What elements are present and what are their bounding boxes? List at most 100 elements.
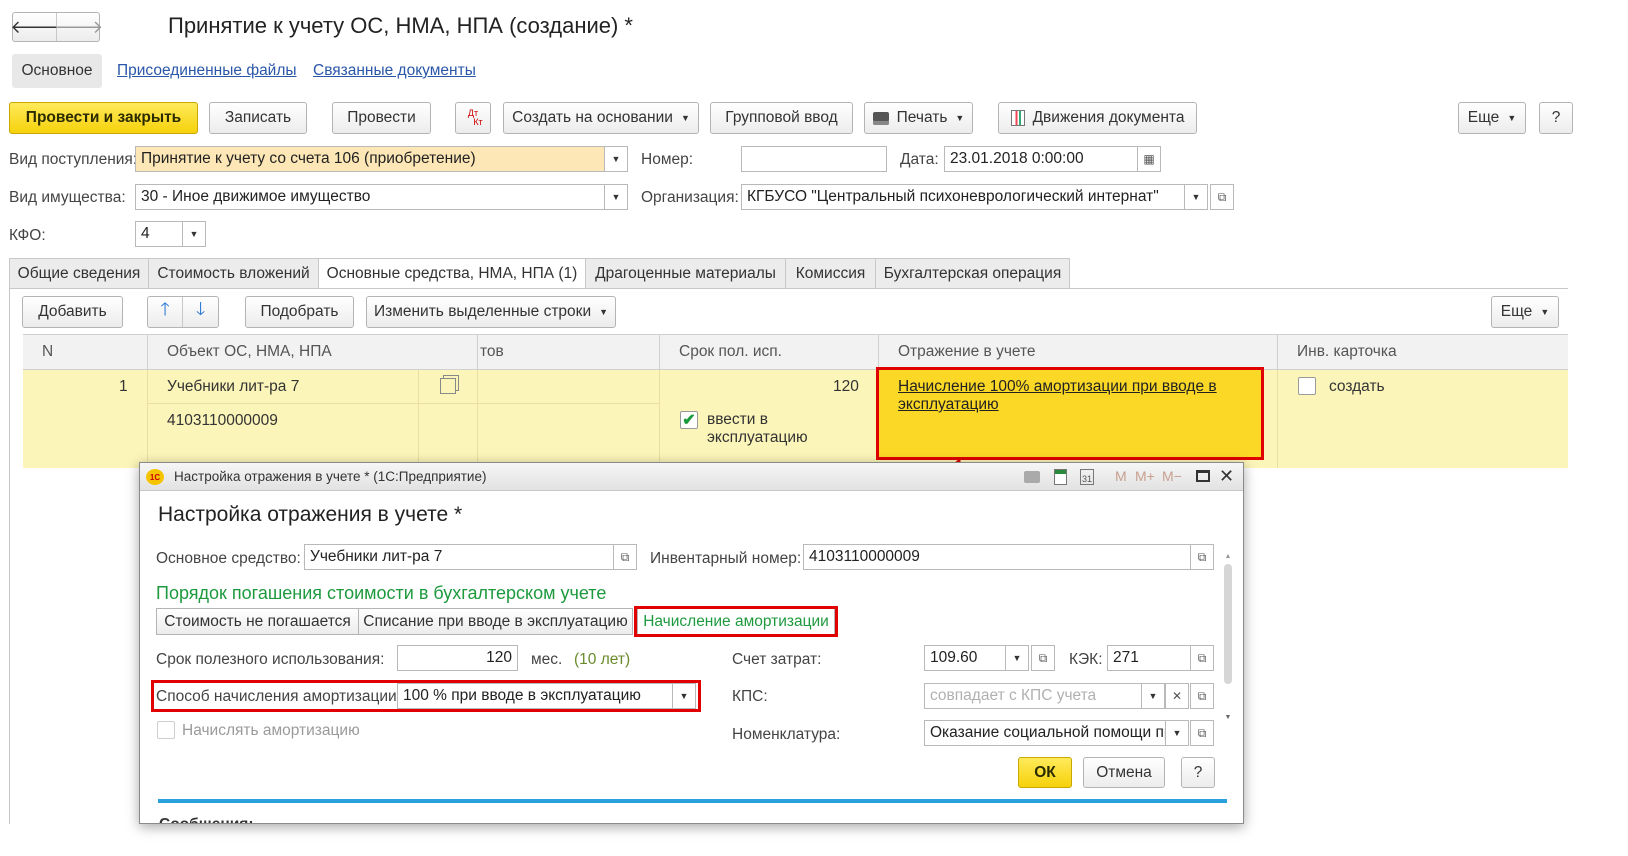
ok-button[interactable]: ОК [1018, 757, 1072, 788]
dtkt-button[interactable]: Дт Кт [455, 102, 491, 134]
cancel-button[interactable]: Отмена [1083, 757, 1165, 788]
cost-account-field[interactable]: 109.60 [924, 645, 1006, 671]
date-field[interactable]: 23.01.2018 0:00:00 [944, 146, 1138, 172]
more-button[interactable]: Еще ▼ [1458, 102, 1526, 134]
memory-minus-icon[interactable]: M− [1162, 468, 1182, 484]
memory-plus-icon[interactable]: M+ [1135, 468, 1155, 484]
col-card[interactable]: Инв. карточка [1297, 334, 1397, 370]
method-dropdown[interactable]: ▼ [672, 683, 696, 709]
pick-button[interactable]: Подобрать [245, 296, 354, 328]
change-rows-button[interactable]: Изменить выделенные строки ▼ [366, 296, 616, 328]
section-related-docs[interactable]: Связанные документы [313, 62, 476, 80]
post-button[interactable]: Провести [332, 102, 431, 134]
dialog-help-button[interactable]: ? [1181, 757, 1215, 788]
print-label: Печать [896, 109, 948, 126]
back-icon[interactable]: 🡐 [10, 13, 59, 41]
tab-general[interactable]: Общие сведения [9, 258, 149, 289]
row-term[interactable]: 120 [833, 378, 859, 396]
mode-write-off[interactable]: Списание при вводе в эксплуатацию [358, 608, 633, 635]
nomenclature-field[interactable]: Оказание социальной помощи пр [924, 720, 1166, 746]
post-and-close-button[interactable]: Провести и закрыть [9, 102, 198, 134]
organization-dropdown[interactable]: ▼ [1184, 184, 1208, 210]
clear-icon[interactable]: ✕ [1165, 683, 1189, 709]
help-button[interactable]: ? [1539, 102, 1573, 134]
kfo-field[interactable]: 4 [135, 221, 183, 247]
forward-icon[interactable]: 🡒 [55, 13, 103, 41]
organization-field[interactable]: КГБУСО "Центральный психоневрологический… [741, 184, 1185, 210]
col-n[interactable]: N [42, 334, 53, 370]
asset-field[interactable]: Учебники лит-ра 7 [304, 544, 614, 570]
scroll-down-icon[interactable]: ▼ [1224, 714, 1232, 721]
create-based-on-label: Создать на основании [512, 109, 673, 126]
col-object[interactable]: Объект ОС, НМА, НПА [167, 334, 332, 370]
memory-icon[interactable]: M [1115, 468, 1127, 484]
open-icon[interactable]: ⧉ [1190, 720, 1214, 746]
calendar-icon[interactable]: 31 [1080, 469, 1094, 485]
maximize-icon[interactable] [1196, 470, 1210, 482]
open-icon[interactable]: ⧉ [1190, 645, 1214, 671]
nomenclature-dropdown[interactable]: ▼ [1165, 720, 1189, 746]
kek-label: КЭК: [1069, 651, 1103, 668]
cost-account-dropdown[interactable]: ▼ [1005, 645, 1029, 671]
scroll-thumb[interactable] [1224, 564, 1232, 684]
col-term[interactable]: Срок пол. исп. [679, 334, 782, 370]
tab-accounting-operation[interactable]: Бухгалтерская операция [875, 258, 1070, 289]
calendar-icon[interactable]: ▦ [1137, 146, 1161, 172]
kps-field[interactable]: совпадает с КПС учета [924, 683, 1142, 709]
inventory-number-field[interactable]: 4103110000009 [803, 544, 1191, 570]
tab-fixed-assets[interactable]: Основные средства, НМА, НПА (1) [318, 258, 586, 289]
row-divider [659, 370, 660, 468]
tab-precious-materials[interactable]: Драгоценные материалы [585, 258, 786, 289]
print-button[interactable]: Печать ▼ [864, 102, 973, 134]
arrow-down-icon[interactable]: 🡓 [183, 297, 218, 327]
chevron-down-icon: ▼ [1172, 728, 1182, 738]
open-icon[interactable]: ⧉ [1190, 544, 1214, 570]
tab-commission[interactable]: Комиссия [785, 258, 876, 289]
close-icon[interactable]: ✕ [1219, 466, 1234, 487]
calculator-icon[interactable] [1054, 469, 1067, 485]
mode-no-depreciation[interactable]: Стоимость не погашается [156, 608, 359, 635]
section-attached-files[interactable]: Присоединенные файлы [117, 62, 297, 80]
property-type-dropdown[interactable]: ▼ [604, 184, 628, 210]
kfo-dropdown[interactable]: ▼ [182, 221, 206, 247]
accrue-checkbox [157, 721, 175, 739]
kps-dropdown[interactable]: ▼ [1141, 683, 1165, 709]
col-reflection[interactable]: Отражение в учете [898, 334, 1036, 370]
section-title: Порядок погашения стоимости в бухгалтерс… [156, 583, 607, 603]
table-more-button[interactable]: Еще ▼ [1491, 296, 1559, 328]
date-label: Дата: [900, 151, 939, 168]
open-icon[interactable]: ⧉ [1190, 683, 1214, 709]
method-label: Способ начисления амортизации: [156, 688, 402, 705]
open-icon[interactable]: ⧉ [1031, 645, 1055, 671]
copy-icon[interactable] [440, 378, 456, 394]
scroll-up-icon[interactable]: ▲ [1224, 553, 1232, 560]
group-input-button[interactable]: Групповой ввод [710, 102, 853, 134]
movements-icon [1010, 110, 1025, 126]
property-type-field[interactable]: 30 - Иное движимое имущество [135, 184, 605, 210]
save-button[interactable]: Записать [209, 102, 307, 134]
method-field[interactable]: 100 % при вводе в эксплуатацию [397, 683, 677, 709]
useful-life-field[interactable]: 120 [397, 645, 518, 671]
reflection-link[interactable]: Начисление 100% амортизации при вводе в … [898, 378, 1228, 414]
mode-depreciation[interactable]: Начисление амортизации [637, 608, 835, 635]
number-field[interactable] [741, 146, 887, 172]
row-inventory-number[interactable]: 4103110000009 [167, 412, 278, 430]
section-main[interactable]: Основное [12, 54, 102, 88]
row-object[interactable]: Учебники лит-ра 7 [167, 378, 299, 396]
col-cost[interactable]: тов [480, 334, 504, 370]
receipt-type-field[interactable]: Принятие к учету со счета 106 (приобрете… [135, 146, 605, 172]
nav-buttons: 🡐 🡒 [10, 12, 103, 42]
open-icon[interactable]: ⧉ [1210, 184, 1234, 210]
kek-field[interactable]: 271 [1107, 645, 1191, 671]
arrow-up-icon[interactable]: 🡑 [148, 297, 184, 327]
commission-checkbox[interactable]: ✔ [680, 411, 698, 429]
document-movements-button[interactable]: Движения документа [998, 102, 1197, 134]
card-checkbox[interactable] [1298, 377, 1316, 395]
open-icon[interactable]: ⧉ [613, 544, 637, 570]
printer-icon[interactable] [1024, 471, 1040, 483]
dialog-scrollbar[interactable]: ▲ ▼ [1224, 553, 1232, 737]
tab-investment-cost[interactable]: Стоимость вложений [148, 258, 319, 289]
receipt-type-dropdown[interactable]: ▼ [604, 146, 628, 172]
create-based-on-button[interactable]: Создать на основании ▼ [503, 102, 699, 134]
add-row-button[interactable]: Добавить [22, 296, 123, 328]
